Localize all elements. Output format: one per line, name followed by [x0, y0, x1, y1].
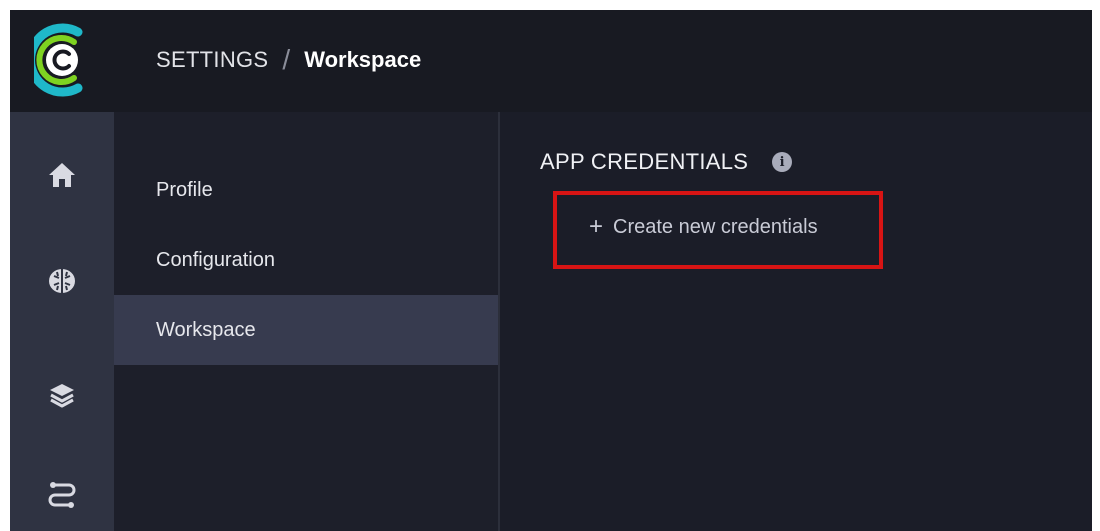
breadcrumb-settings[interactable]: SETTINGS — [156, 47, 268, 73]
breadcrumb-separator: / — [282, 44, 291, 75]
app-credentials-heading: APP CREDENTIALS i — [540, 149, 793, 175]
logo-container[interactable] — [10, 10, 114, 112]
home-icon[interactable] — [47, 160, 77, 190]
create-new-credentials-button[interactable]: + Create new credentials — [553, 191, 883, 269]
breadcrumb-current-page: Workspace — [304, 47, 422, 72]
layers-icon[interactable] — [47, 380, 77, 410]
submenu-item-workspace[interactable]: Workspace — [114, 295, 498, 365]
brain-icon[interactable] — [47, 266, 77, 296]
create-credentials-label: Create new credentials — [613, 215, 818, 238]
settings-submenu: Profile Configuration Workspace — [114, 112, 500, 531]
app-window: SETTINGS / Workspace Profile Configurati… — [10, 10, 1092, 531]
main-content: APP CREDENTIALS i + Create new credentia… — [500, 112, 1092, 531]
submenu-item-configuration[interactable]: Configuration — [114, 225, 498, 295]
icon-rail — [10, 10, 114, 531]
top-header: SETTINGS / Workspace — [114, 10, 1092, 112]
submenu-item-label: Configuration — [156, 248, 275, 271]
submenu-item-profile[interactable]: Profile — [114, 155, 498, 225]
submenu-item-label: Workspace — [156, 318, 256, 341]
workflow-icon[interactable] — [47, 480, 77, 510]
submenu-item-label: Profile — [156, 178, 213, 201]
plus-icon: + — [589, 213, 604, 240]
section-title-text: APP CREDENTIALS — [540, 149, 749, 174]
info-icon[interactable]: i — [772, 152, 793, 172]
breadcrumb: SETTINGS / Workspace — [156, 40, 421, 80]
logo-icon — [34, 23, 83, 97]
create-credentials-content: + Create new credentials — [589, 213, 818, 241]
